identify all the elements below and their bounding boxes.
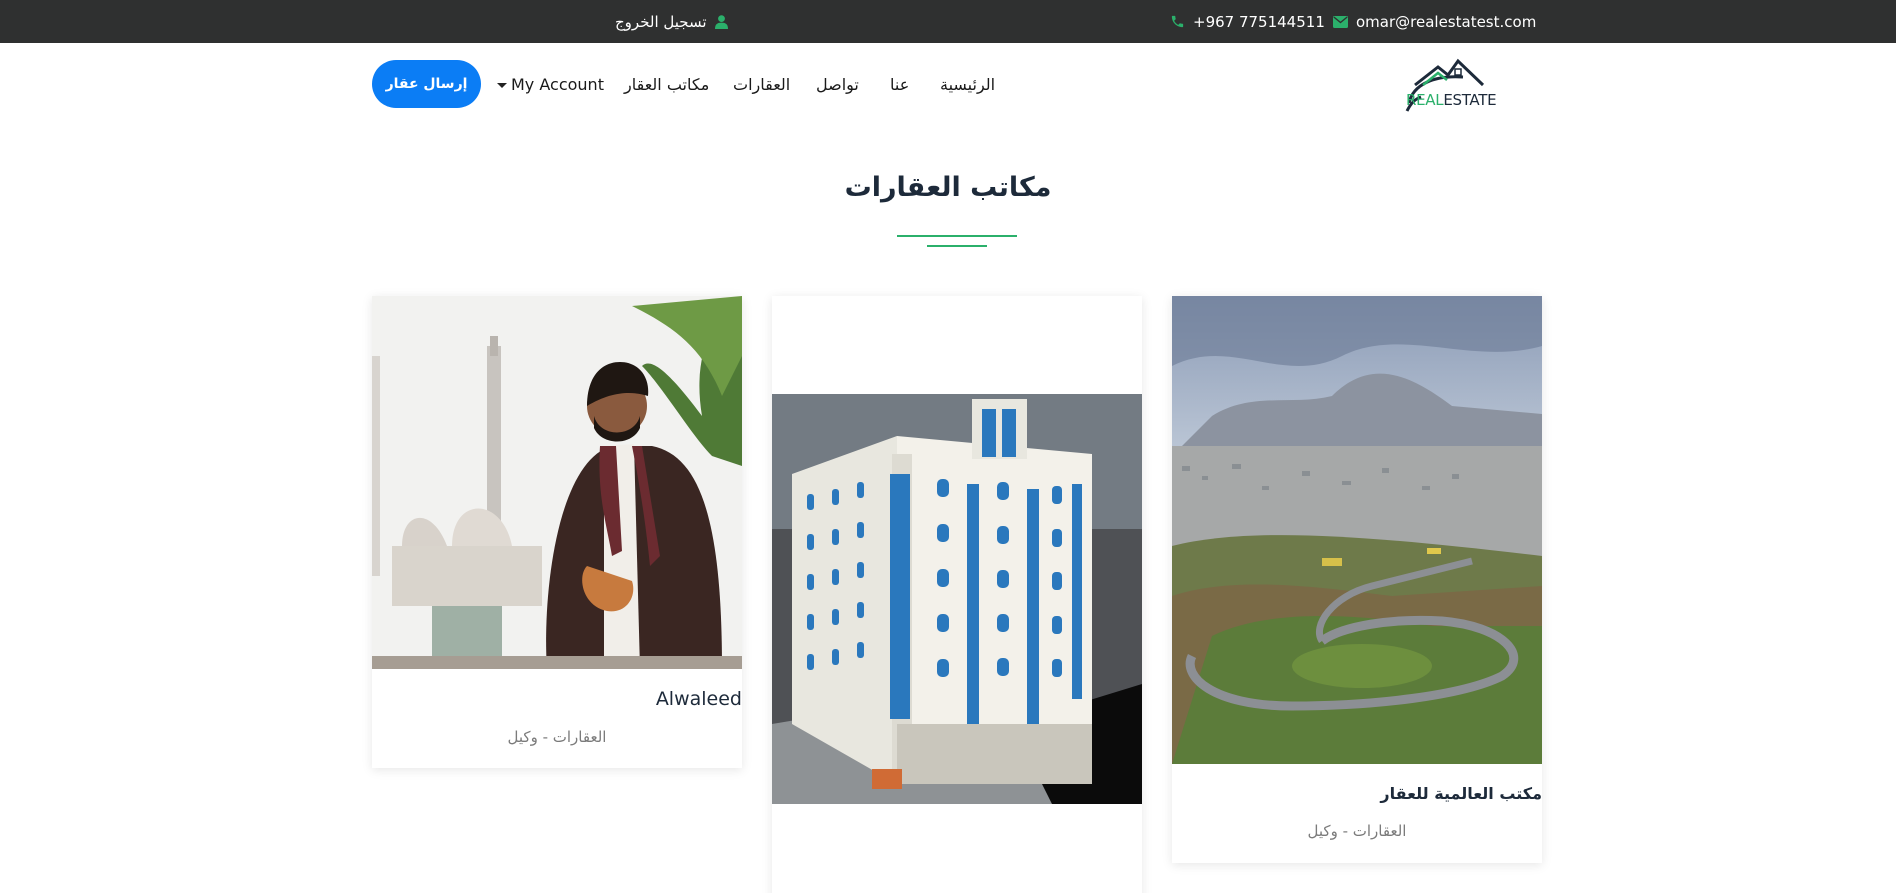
nav-properties[interactable]: العقارات bbox=[733, 43, 790, 125]
nav-my-account[interactable]: My Account bbox=[497, 43, 604, 125]
main-navbar: REALESTATE الرئيسية عنا تواصل العقارات م… bbox=[0, 43, 1896, 125]
phone-text: +967 775144511 bbox=[1193, 12, 1325, 31]
contact-email[interactable]: omar@realestatest.com bbox=[1333, 0, 1536, 43]
office-card[interactable]: مكتب العالمية للعقار العقارات - وكيل bbox=[1172, 296, 1542, 863]
nav-home[interactable]: الرئيسية bbox=[940, 43, 995, 125]
office-name[interactable]: Alwaleed bbox=[656, 688, 742, 710]
title-divider-long bbox=[897, 235, 1017, 237]
caret-down-icon bbox=[497, 82, 507, 88]
nav-contact[interactable]: تواصل bbox=[816, 43, 859, 125]
phone-icon bbox=[1171, 15, 1184, 28]
logout-label: تسجيل الخروج bbox=[615, 12, 707, 31]
office-name[interactable]: مكتب العالمية للعقار bbox=[1380, 784, 1542, 803]
logo-text: REALESTATE bbox=[1406, 91, 1497, 109]
nav-offices[interactable]: مكاتب العقار bbox=[624, 43, 709, 125]
user-icon bbox=[714, 14, 728, 29]
submit-property-button[interactable]: إرسال عقار bbox=[372, 60, 481, 108]
account-label: My Account bbox=[511, 74, 604, 94]
top-bar: omar@realestatest.com +967 775144511 تسج… bbox=[0, 0, 1896, 43]
office-card[interactable]: Alwaleed العقارات - وكيل bbox=[372, 296, 742, 768]
nav-about[interactable]: عنا bbox=[890, 43, 909, 125]
office-role: العقارات - وكيل bbox=[507, 728, 607, 746]
title-divider-short bbox=[927, 245, 987, 247]
landscape-image[interactable] bbox=[1172, 296, 1542, 764]
page-title: مكاتب العقارات bbox=[844, 172, 1052, 203]
envelope-icon bbox=[1333, 15, 1348, 28]
email-text: omar@realestatest.com bbox=[1356, 12, 1537, 31]
office-card[interactable] bbox=[772, 296, 1142, 893]
contact-phone[interactable]: +967 775144511 bbox=[1170, 0, 1325, 43]
office-role: العقارات - وكيل bbox=[1307, 822, 1407, 840]
portrait-image[interactable] bbox=[372, 296, 742, 669]
logout-link[interactable]: تسجيل الخروج bbox=[615, 0, 728, 43]
building-image[interactable] bbox=[772, 394, 1142, 804]
